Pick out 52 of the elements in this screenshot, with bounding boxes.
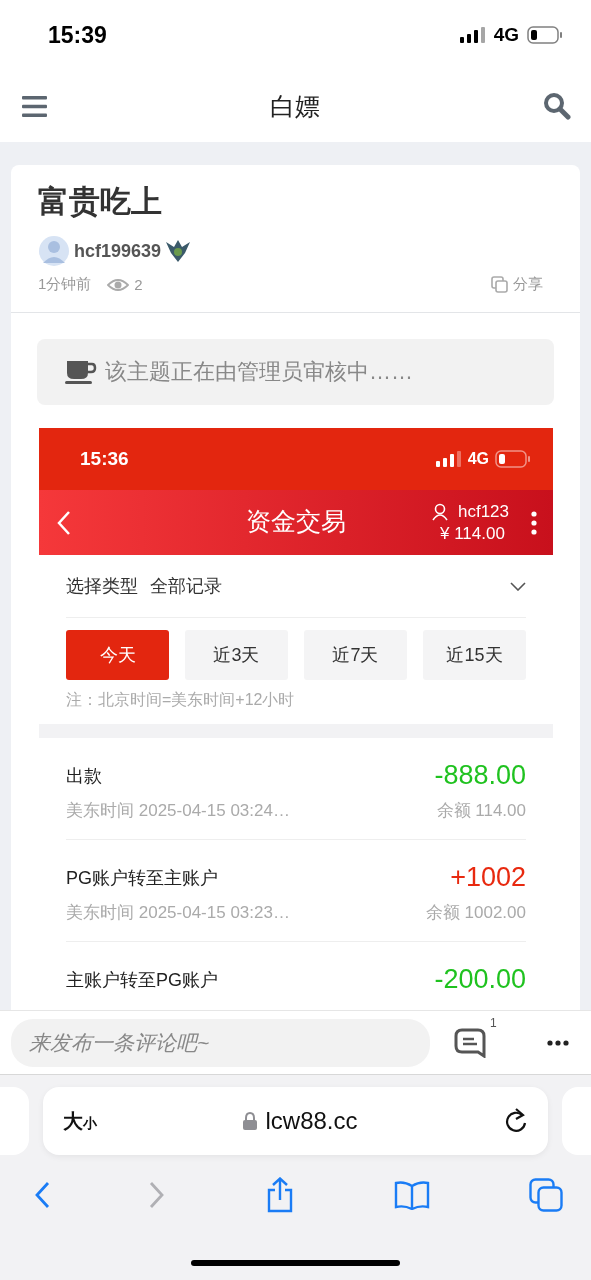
lock-icon bbox=[243, 1112, 258, 1130]
user-icon bbox=[431, 502, 448, 521]
reload-icon[interactable] bbox=[504, 1108, 528, 1134]
page-title: 白嫖 bbox=[270, 90, 320, 122]
network-label: 4G bbox=[467, 450, 489, 468]
signal-icon bbox=[459, 27, 486, 43]
book-icon[interactable] bbox=[393, 1180, 430, 1210]
period-tab[interactable]: 近3天 bbox=[185, 630, 288, 680]
account-balance: ¥ 114.00 bbox=[438, 522, 506, 545]
status-time: 15:36 bbox=[80, 448, 129, 470]
account-name: hcf123 bbox=[457, 500, 509, 523]
transaction-amount: -200.00 bbox=[434, 964, 526, 995]
copy-icon bbox=[491, 276, 508, 293]
transaction-amount: -888.00 bbox=[434, 760, 526, 791]
comment-icon[interactable] bbox=[454, 1027, 486, 1058]
author-name[interactable]: hcf199639 bbox=[74, 240, 162, 262]
battery-icon bbox=[495, 450, 531, 468]
network-label: 4G bbox=[493, 24, 519, 46]
period-tab[interactable]: 近15天 bbox=[423, 630, 526, 680]
review-notice: 该主题正在由管理员审核中…… bbox=[105, 358, 413, 386]
page-url: lcw88.cc bbox=[265, 1107, 358, 1135]
chevron-down-icon[interactable] bbox=[510, 581, 526, 591]
filter-value[interactable]: 全部记录 bbox=[150, 574, 222, 598]
tabs-icon[interactable] bbox=[529, 1178, 563, 1212]
balance-after: 余额 1002.00 bbox=[425, 902, 526, 924]
transaction-name: 主账户转至PG账户 bbox=[66, 968, 218, 992]
menu-icon[interactable] bbox=[22, 95, 47, 117]
filter-label: 选择类型 bbox=[66, 575, 138, 598]
period-tab[interactable]: 今天 bbox=[66, 630, 169, 680]
post-title: 富贵吃上 bbox=[38, 183, 163, 221]
coffee-cup-icon bbox=[65, 359, 97, 385]
transaction-amount: +1002 bbox=[450, 862, 526, 893]
timezone-note: 注：北京时间=美东时间+12小时 bbox=[66, 690, 296, 710]
view-count: 2 bbox=[134, 276, 143, 293]
wing-badge-icon bbox=[165, 238, 192, 264]
period-tab[interactable]: 近7天 bbox=[304, 630, 407, 680]
status-time: 15:39 bbox=[48, 21, 107, 49]
transaction-time: 美东时间 2025-04-15 03:24… bbox=[66, 800, 290, 822]
battery-icon bbox=[527, 26, 563, 44]
signal-icon bbox=[435, 451, 462, 467]
balance-after: 余额 114.00 bbox=[436, 800, 526, 822]
transaction-time: 美东时间 2025-04-15 03:23… bbox=[66, 902, 290, 924]
more-icon[interactable] bbox=[547, 1039, 569, 1046]
search-icon[interactable] bbox=[543, 92, 571, 120]
eye-icon bbox=[107, 277, 130, 292]
back-icon[interactable] bbox=[34, 1181, 50, 1209]
transaction-name: 出款 bbox=[66, 764, 102, 788]
screen-title: 资金交易 bbox=[246, 506, 346, 537]
comment-input[interactable]: 来发布一条评论吧~ bbox=[11, 1018, 430, 1067]
transaction-name: PG账户转至主账户 bbox=[66, 866, 218, 890]
post-time: 1分钟前 bbox=[38, 275, 92, 294]
comment-count: 1 bbox=[490, 1015, 497, 1030]
